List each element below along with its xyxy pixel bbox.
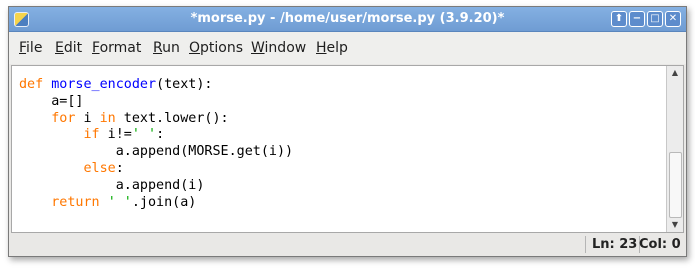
code-token: .join(a)	[131, 194, 197, 210]
code-token: (text):	[156, 77, 213, 92]
function-name-token: morse_encoder	[51, 77, 157, 92]
code-line[interactable]: for i in text.lower():	[19, 110, 229, 127]
scroll-down-arrow-icon[interactable]: ▼	[667, 219, 683, 231]
code-line[interactable]: a.append(i)	[19, 177, 205, 194]
close-button[interactable]: ✕	[665, 11, 681, 27]
code-token: :	[156, 127, 165, 143]
menu-edit[interactable]: Edit	[55, 32, 82, 64]
code-token: i	[75, 110, 100, 126]
keyword-token: return	[51, 194, 100, 210]
code-token: a=[]	[51, 93, 84, 109]
keyword-token: in	[99, 110, 116, 126]
menu-run[interactable]: Run	[153, 32, 180, 64]
menu-help[interactable]: Help	[316, 32, 348, 64]
code-token: i!=	[99, 127, 132, 143]
code-line[interactable]: a=[]	[19, 93, 84, 110]
code-token: a.append(MORSE.get(i))	[115, 144, 294, 160]
vertical-scrollbar[interactable]: ▲ ▼	[666, 66, 683, 232]
code-editor[interactable]: def morse_encoder(text): a=[] for i in t…	[12, 66, 665, 232]
status-column-number: Col: 0	[639, 237, 681, 252]
maximize-up-icon[interactable]: ⬆	[611, 11, 627, 27]
code-line[interactable]: if i!=' ':	[19, 126, 165, 143]
code-token: :	[115, 161, 124, 176]
keyword-token: for	[51, 110, 76, 126]
code-line[interactable]: def morse_encoder(text):	[19, 76, 213, 93]
window-title: *morse.py - /home/user/morse.py (3.9.20)…	[190, 11, 505, 26]
menu-file[interactable]: File	[19, 32, 42, 64]
menu-format[interactable]: Format	[92, 32, 141, 64]
code-token: text.lower():	[115, 110, 229, 126]
menu-options[interactable]: Options	[189, 32, 243, 64]
minimize-button[interactable]: −	[629, 11, 645, 27]
code-line[interactable]: a.append(MORSE.get(i))	[19, 143, 293, 160]
keyword-token: def	[19, 77, 52, 92]
keyword-token: else	[83, 161, 116, 176]
code-line[interactable]: else:	[19, 160, 124, 177]
scroll-up-arrow-icon[interactable]: ▲	[667, 67, 683, 79]
scrollbar-thumb[interactable]	[669, 152, 682, 218]
string-token: ' '	[131, 127, 157, 143]
code-line[interactable]: return ' '.join(a)	[19, 194, 196, 211]
status-line-number: Ln: 23	[592, 237, 638, 252]
idle-editor-window: *morse.py - /home/user/morse.py (3.9.20)…	[8, 6, 687, 257]
title-bar[interactable]: *morse.py - /home/user/morse.py (3.9.20)…	[9, 7, 686, 32]
menu-bar: File Edit Format Run Options Window Help	[9, 32, 686, 64]
code-token: a.append(i)	[115, 177, 205, 193]
restore-button[interactable]: □	[647, 11, 663, 27]
editor-frame: def morse_encoder(text): a=[] for i in t…	[11, 65, 684, 233]
menu-window[interactable]: Window	[251, 32, 306, 64]
keyword-token: if	[83, 127, 100, 143]
string-token: ' '	[107, 194, 132, 210]
status-divider	[585, 236, 586, 253]
status-bar: Ln: 23 Col: 0	[9, 233, 686, 256]
